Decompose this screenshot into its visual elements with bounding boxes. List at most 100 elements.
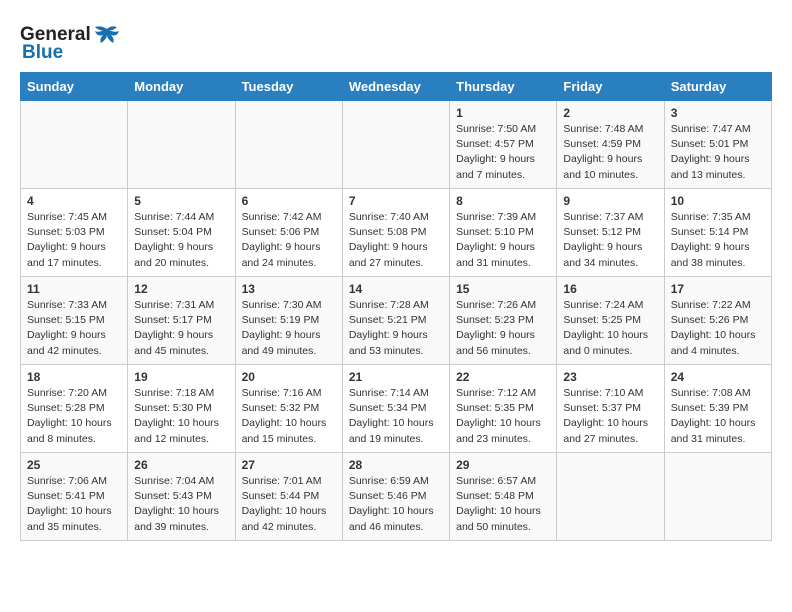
calendar-cell: 24 Sunrise: 7:08 AM Sunset: 5:39 PM Dayli… — [664, 365, 771, 453]
day-number: 16 — [563, 282, 657, 296]
day-info: Sunrise: 7:31 AM Sunset: 5:17 PM Dayligh… — [134, 298, 228, 359]
day-number: 13 — [242, 282, 336, 296]
page-header: General Blue — [20, 20, 772, 64]
day-number: 11 — [27, 282, 121, 296]
day-number: 27 — [242, 458, 336, 472]
calendar-cell: 7Sunrise: 7:40 AM Sunset: 5:08 PM Daylig… — [342, 189, 449, 277]
day-info: Sunrise: 7:20 AM Sunset: 5:28 PM Dayligh… — [27, 386, 121, 447]
calendar-cell: 26 Sunrise: 7:04 AM Sunset: 5:43 PM Dayli… — [128, 453, 235, 541]
calendar-week-1: 1 Sunrise: 7:50 AM Sunset: 4:57 PM Daylig… — [21, 101, 772, 189]
calendar-cell — [557, 453, 664, 541]
calendar-cell: 6Sunrise: 7:42 AM Sunset: 5:06 PM Daylig… — [235, 189, 342, 277]
day-number: 2 — [563, 106, 657, 120]
day-number: 9 — [563, 194, 657, 208]
day-number: 5 — [134, 194, 228, 208]
day-info: Sunrise: 7:44 AM Sunset: 5:04 PM Dayligh… — [134, 210, 228, 271]
calendar-header-row: SundayMondayTuesdayWednesdayThursdayFrid… — [21, 73, 772, 101]
day-number: 18 — [27, 370, 121, 384]
day-number: 15 — [456, 282, 550, 296]
day-number: 29 — [456, 458, 550, 472]
calendar-cell: 16 Sunrise: 7:24 AM Sunset: 5:25 PM Dayli… — [557, 277, 664, 365]
day-info: Sunrise: 7:33 AM Sunset: 5:15 PM Dayligh… — [27, 298, 121, 359]
column-header-wednesday: Wednesday — [342, 73, 449, 101]
calendar-cell: 15 Sunrise: 7:26 AM Sunset: 5:23 PM Dayli… — [450, 277, 557, 365]
day-info: Sunrise: 7:16 AM Sunset: 5:32 PM Dayligh… — [242, 386, 336, 447]
calendar-cell: 11 Sunrise: 7:33 AM Sunset: 5:15 PM Dayli… — [21, 277, 128, 365]
day-info: Sunrise: 7:47 AM Sunset: 5:01 PM Dayligh… — [671, 122, 765, 183]
day-info: Sunrise: 7:06 AM Sunset: 5:41 PM Dayligh… — [27, 474, 121, 535]
calendar-cell: 20 Sunrise: 7:16 AM Sunset: 5:32 PM Dayli… — [235, 365, 342, 453]
calendar-cell: 19 Sunrise: 7:18 AM Sunset: 5:30 PM Dayli… — [128, 365, 235, 453]
calendar-cell: 18 Sunrise: 7:20 AM Sunset: 5:28 PM Dayli… — [21, 365, 128, 453]
day-info: Sunrise: 7:24 AM Sunset: 5:25 PM Dayligh… — [563, 298, 657, 359]
day-number: 22 — [456, 370, 550, 384]
column-header-thursday: Thursday — [450, 73, 557, 101]
day-number: 19 — [134, 370, 228, 384]
calendar-cell: 4Sunrise: 7:45 AM Sunset: 5:03 PM Daylig… — [21, 189, 128, 277]
column-header-monday: Monday — [128, 73, 235, 101]
day-number: 17 — [671, 282, 765, 296]
calendar-cell: 3 Sunrise: 7:47 AM Sunset: 5:01 PM Daylig… — [664, 101, 771, 189]
day-info: Sunrise: 6:59 AM Sunset: 5:46 PM Dayligh… — [349, 474, 443, 535]
day-info: Sunrise: 7:45 AM Sunset: 5:03 PM Dayligh… — [27, 210, 121, 271]
calendar-cell: 27 Sunrise: 7:01 AM Sunset: 5:44 PM Dayli… — [235, 453, 342, 541]
calendar-cell — [664, 453, 771, 541]
calendar-cell: 1 Sunrise: 7:50 AM Sunset: 4:57 PM Daylig… — [450, 101, 557, 189]
day-info: Sunrise: 7:28 AM Sunset: 5:21 PM Dayligh… — [349, 298, 443, 359]
calendar-cell: 25 Sunrise: 7:06 AM Sunset: 5:41 PM Dayli… — [21, 453, 128, 541]
day-info: Sunrise: 7:30 AM Sunset: 5:19 PM Dayligh… — [242, 298, 336, 359]
day-number: 1 — [456, 106, 550, 120]
column-header-sunday: Sunday — [21, 73, 128, 101]
day-number: 20 — [242, 370, 336, 384]
column-header-tuesday: Tuesday — [235, 73, 342, 101]
day-number: 25 — [27, 458, 121, 472]
day-info: Sunrise: 7:12 AM Sunset: 5:35 PM Dayligh… — [456, 386, 550, 447]
day-number: 21 — [349, 370, 443, 384]
logo: General Blue — [20, 24, 121, 64]
day-info: Sunrise: 7:10 AM Sunset: 5:37 PM Dayligh… — [563, 386, 657, 447]
calendar-week-4: 18 Sunrise: 7:20 AM Sunset: 5:28 PM Dayli… — [21, 365, 772, 453]
day-info: Sunrise: 7:18 AM Sunset: 5:30 PM Dayligh… — [134, 386, 228, 447]
day-info: Sunrise: 7:48 AM Sunset: 4:59 PM Dayligh… — [563, 122, 657, 183]
day-info: Sunrise: 7:40 AM Sunset: 5:08 PM Dayligh… — [349, 210, 443, 271]
calendar-cell: 28 Sunrise: 6:59 AM Sunset: 5:46 PM Dayli… — [342, 453, 449, 541]
calendar-cell — [342, 101, 449, 189]
calendar-week-5: 25 Sunrise: 7:06 AM Sunset: 5:41 PM Dayli… — [21, 453, 772, 541]
day-number: 8 — [456, 194, 550, 208]
day-number: 23 — [563, 370, 657, 384]
day-info: Sunrise: 7:26 AM Sunset: 5:23 PM Dayligh… — [456, 298, 550, 359]
day-info: Sunrise: 7:35 AM Sunset: 5:14 PM Dayligh… — [671, 210, 765, 271]
calendar-cell — [128, 101, 235, 189]
day-info: Sunrise: 6:57 AM Sunset: 5:48 PM Dayligh… — [456, 474, 550, 535]
day-number: 28 — [349, 458, 443, 472]
calendar-cell: 9 Sunrise: 7:37 AM Sunset: 5:12 PM Daylig… — [557, 189, 664, 277]
calendar-cell — [21, 101, 128, 189]
day-info: Sunrise: 7:01 AM Sunset: 5:44 PM Dayligh… — [242, 474, 336, 535]
logo-blue: Blue — [22, 42, 63, 64]
calendar-cell: 2 Sunrise: 7:48 AM Sunset: 4:59 PM Daylig… — [557, 101, 664, 189]
logo-bird-icon — [93, 25, 121, 45]
day-number: 3 — [671, 106, 765, 120]
calendar-cell: 8 Sunrise: 7:39 AM Sunset: 5:10 PM Daylig… — [450, 189, 557, 277]
calendar-cell: 22 Sunrise: 7:12 AM Sunset: 5:35 PM Dayli… — [450, 365, 557, 453]
day-number: 10 — [671, 194, 765, 208]
day-number: 12 — [134, 282, 228, 296]
calendar-cell: 21Sunrise: 7:14 AM Sunset: 5:34 PM Dayli… — [342, 365, 449, 453]
calendar-cell: 13 Sunrise: 7:30 AM Sunset: 5:19 PM Dayli… — [235, 277, 342, 365]
column-header-saturday: Saturday — [664, 73, 771, 101]
calendar-cell: 10 Sunrise: 7:35 AM Sunset: 5:14 PM Dayli… — [664, 189, 771, 277]
calendar-table: SundayMondayTuesdayWednesdayThursdayFrid… — [20, 72, 772, 541]
day-info: Sunrise: 7:39 AM Sunset: 5:10 PM Dayligh… — [456, 210, 550, 271]
day-number: 26 — [134, 458, 228, 472]
calendar-cell: 12 Sunrise: 7:31 AM Sunset: 5:17 PM Dayli… — [128, 277, 235, 365]
calendar-cell: 17Sunrise: 7:22 AM Sunset: 5:26 PM Dayli… — [664, 277, 771, 365]
day-number: 6 — [242, 194, 336, 208]
day-info: Sunrise: 7:04 AM Sunset: 5:43 PM Dayligh… — [134, 474, 228, 535]
day-number: 14 — [349, 282, 443, 296]
day-info: Sunrise: 7:50 AM Sunset: 4:57 PM Dayligh… — [456, 122, 550, 183]
calendar-cell — [235, 101, 342, 189]
day-info: Sunrise: 7:08 AM Sunset: 5:39 PM Dayligh… — [671, 386, 765, 447]
day-number: 24 — [671, 370, 765, 384]
day-info: Sunrise: 7:37 AM Sunset: 5:12 PM Dayligh… — [563, 210, 657, 271]
calendar-week-3: 11 Sunrise: 7:33 AM Sunset: 5:15 PM Dayli… — [21, 277, 772, 365]
